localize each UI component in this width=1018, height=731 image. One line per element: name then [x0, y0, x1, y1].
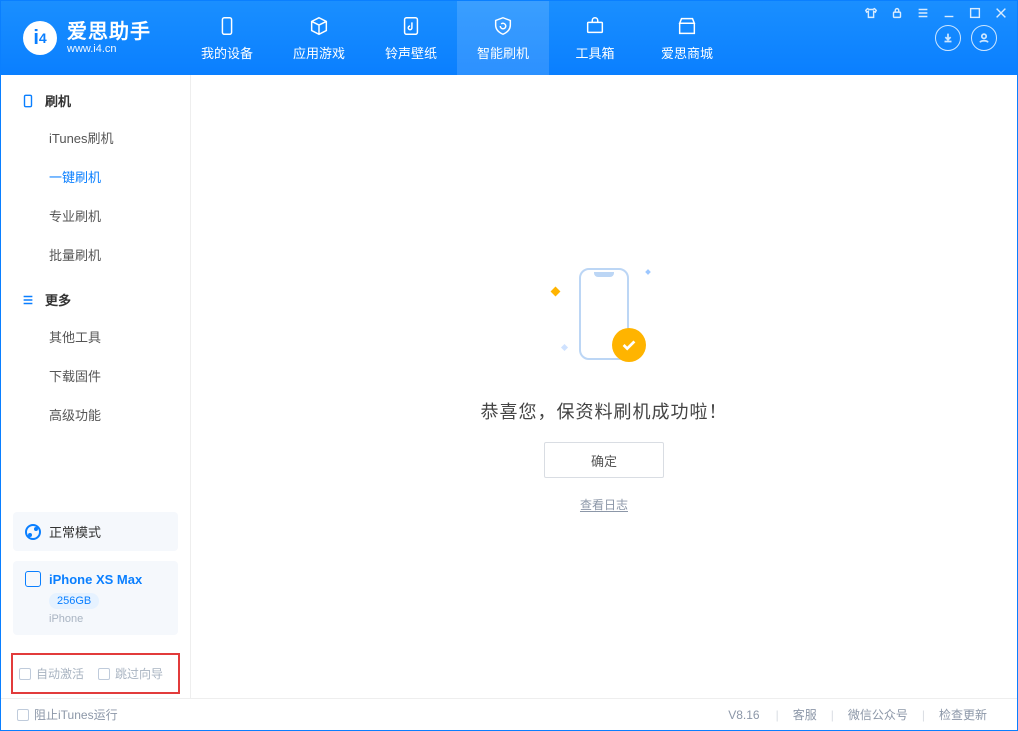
sidebar-item-pro-flash[interactable]: 专业刷机 [1, 196, 190, 235]
footer-link-check-update[interactable]: 检查更新 [925, 706, 1001, 723]
device-icon [25, 571, 41, 587]
device-mode-card[interactable]: 正常模式 [13, 512, 178, 551]
success-message: 恭喜您，保资料刷机成功啦！ [481, 398, 728, 424]
checkbox-icon [17, 709, 29, 721]
tab-label: 应用游戏 [293, 43, 345, 62]
section-label: 刷机 [45, 91, 71, 110]
tab-my-device[interactable]: 我的设备 [181, 1, 273, 75]
shield-refresh-icon [491, 14, 515, 38]
device-mode-label: 正常模式 [49, 522, 101, 541]
device-type: iPhone [49, 613, 166, 625]
footer-link-wechat[interactable]: 微信公众号 [834, 706, 922, 723]
cube-icon [307, 14, 331, 38]
sidebar-section-flash: 刷机 [1, 75, 190, 118]
checkbox-label: 跳过向导 [115, 665, 163, 682]
device-capacity: 256GB [49, 593, 99, 609]
music-file-icon [399, 14, 423, 38]
sparkle-icon [561, 344, 568, 351]
checkbox-label: 自动激活 [36, 665, 84, 682]
sidebar-item-other-tools[interactable]: 其他工具 [1, 317, 190, 356]
store-icon [675, 14, 699, 38]
tab-label: 工具箱 [575, 43, 614, 62]
success-illustration [544, 260, 664, 380]
logo: i4 爱思助手 www.i4.cn [1, 1, 169, 75]
device-icon [215, 14, 239, 38]
checkbox-auto-activate[interactable]: 自动激活 [19, 665, 84, 682]
download-button[interactable] [935, 25, 961, 51]
tab-label: 智能刷机 [477, 43, 529, 62]
sparkle-icon [551, 287, 561, 297]
tab-label: 铃声壁纸 [385, 43, 437, 62]
tab-smart-flash[interactable]: 智能刷机 [457, 1, 549, 75]
device-info-card[interactable]: iPhone XS Max 256GB iPhone [13, 561, 178, 635]
tab-ringtones-wallpapers[interactable]: 铃声壁纸 [365, 1, 457, 75]
body: 刷机 iTunes刷机 一键刷机 专业刷机 批量刷机 更多 其他工具 下载固件 … [1, 75, 1017, 698]
app-title: 爱思助手 [67, 21, 151, 43]
sidebar-item-advanced[interactable]: 高级功能 [1, 395, 190, 434]
device-name: iPhone XS Max [49, 572, 142, 587]
tab-apps-games[interactable]: 应用游戏 [273, 1, 365, 75]
maximize-icon[interactable] [967, 5, 983, 21]
checkbox-block-itunes[interactable]: 阻止iTunes运行 [17, 706, 118, 723]
footer-link-support[interactable]: 客服 [779, 706, 831, 723]
section-label: 更多 [45, 290, 71, 309]
sidebar: 刷机 iTunes刷机 一键刷机 专业刷机 批量刷机 更多 其他工具 下载固件 … [1, 75, 191, 698]
view-log-link[interactable]: 查看日志 [580, 496, 628, 513]
app-url: www.i4.cn [67, 43, 151, 55]
sidebar-item-one-click-flash[interactable]: 一键刷机 [1, 157, 190, 196]
ok-button[interactable]: 确定 [544, 442, 664, 478]
main-content: 恭喜您，保资料刷机成功啦！ 确定 查看日志 [191, 75, 1017, 698]
tab-toolbox[interactable]: 工具箱 [549, 1, 641, 75]
sidebar-section-more: 更多 [1, 274, 190, 317]
checkbox-icon [19, 668, 31, 680]
checkbox-skip-guide[interactable]: 跳过向导 [98, 665, 163, 682]
toolbox-icon [583, 14, 607, 38]
sidebar-item-batch-flash[interactable]: 批量刷机 [1, 235, 190, 274]
checkbox-icon [98, 668, 110, 680]
close-icon[interactable] [993, 5, 1009, 21]
window-controls [863, 5, 1009, 21]
footer: 阻止iTunes运行 V8.16 | 客服 | 微信公众号 | 检查更新 [1, 698, 1017, 730]
user-button[interactable] [971, 25, 997, 51]
options-highlight-box: 自动激活 跳过向导 [11, 653, 180, 694]
mode-icon [25, 524, 41, 540]
logo-badge-icon: i4 [23, 21, 57, 55]
header: i4 爱思助手 www.i4.cn 我的设备 应用游戏 铃声壁纸 智能刷机 [1, 1, 1017, 75]
sidebar-item-itunes-flash[interactable]: iTunes刷机 [1, 118, 190, 157]
device-panel: 正常模式 iPhone XS Max 256GB iPhone [1, 512, 190, 645]
sparkle-icon [645, 269, 651, 275]
nav-tabs: 我的设备 应用游戏 铃声壁纸 智能刷机 工具箱 爱思商城 [181, 1, 733, 75]
phone-outline-icon [21, 94, 35, 108]
check-badge-icon [612, 328, 646, 362]
lock-icon[interactable] [889, 5, 905, 21]
app-window: i4 爱思助手 www.i4.cn 我的设备 应用游戏 铃声壁纸 智能刷机 [0, 0, 1018, 731]
sidebar-item-download-firmware[interactable]: 下载固件 [1, 356, 190, 395]
tshirt-icon[interactable] [863, 5, 879, 21]
minimize-icon[interactable] [941, 5, 957, 21]
tab-store[interactable]: 爱思商城 [641, 1, 733, 75]
tab-label: 我的设备 [201, 43, 253, 62]
tab-label: 爱思商城 [661, 43, 713, 62]
checkbox-label: 阻止iTunes运行 [34, 706, 118, 723]
list-icon [21, 293, 35, 307]
menu-icon[interactable] [915, 5, 931, 21]
version-label: V8.16 [728, 708, 759, 722]
